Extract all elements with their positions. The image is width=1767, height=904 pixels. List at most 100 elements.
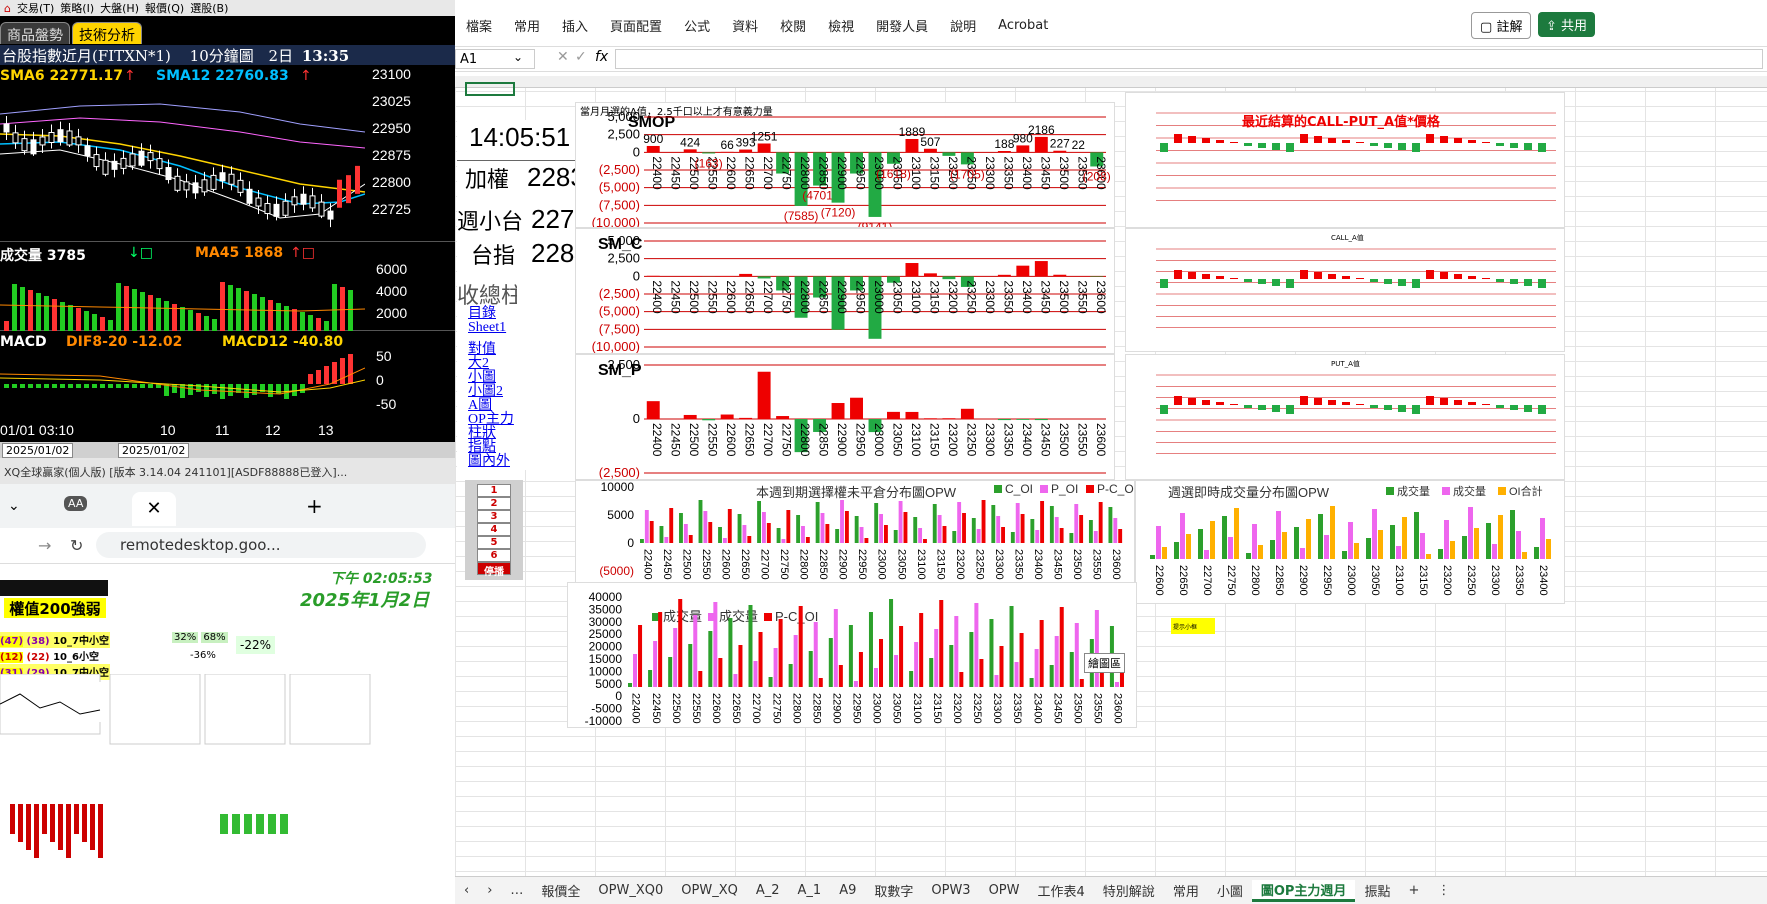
- share-button[interactable]: ⇪ 共用: [1538, 12, 1596, 37]
- sheet-tab[interactable]: OPW_XQ: [672, 883, 747, 898]
- link[interactable]: 對值: [468, 343, 528, 357]
- num-button[interactable]: 3: [477, 510, 511, 523]
- check-icon[interactable]: ✓: [575, 49, 587, 65]
- tab-technical[interactable]: 技術分析: [72, 22, 142, 44]
- bar: [994, 675, 999, 687]
- macd-bar: [268, 384, 273, 397]
- volume-bar: [84, 311, 89, 331]
- sheet-tab[interactable]: A_1: [789, 883, 831, 898]
- chart-smp[interactable]: SM_P 2,500 0 (2,500) 22400 22450 22500 22550 226…: [575, 354, 1115, 480]
- menu-home[interactable]: 常用: [503, 16, 551, 35]
- link[interactable]: 大2: [468, 357, 528, 371]
- tab-market[interactable]: 商品盤勢: [0, 22, 70, 44]
- sheet-tab[interactable]: OPW3: [922, 883, 979, 898]
- browser-tab-aa[interactable]: AA: [64, 496, 88, 511]
- sheet-tab[interactable]: 報價全: [532, 881, 589, 900]
- menu-layout[interactable]: 頁面配置: [599, 16, 673, 35]
- sheet-tab[interactable]: 工作表4: [1029, 881, 1094, 900]
- sheet-tab[interactable]: A_2: [747, 883, 789, 898]
- num-button[interactable]: 1: [477, 484, 511, 497]
- chart-volume[interactable]: 成交量 成交量 P-C_OI 40000 35000 30000 25000 20000 150…: [567, 582, 1137, 728]
- date-input[interactable]: 2025/01/02: [2, 443, 74, 458]
- sheet-tab-active[interactable]: 圖OP主力週月: [1251, 879, 1356, 902]
- link[interactable]: 柱狀: [468, 427, 528, 441]
- chevron-down-icon[interactable]: ⌄: [513, 50, 523, 64]
- bar: [937, 515, 942, 543]
- bar: [1244, 143, 1252, 146]
- sheet-tab[interactable]: 振點: [1355, 881, 1399, 900]
- bar: [646, 401, 660, 419]
- menu-view[interactable]: 檢視: [817, 16, 865, 35]
- fx-icon[interactable]: fx: [595, 49, 608, 65]
- sheet-tab[interactable]: 取數字: [865, 881, 922, 900]
- chart-opw-vol[interactable]: 週選即時成交量分布圖OPW 成交量 成交量 OI合計 22600 22650 22700 22…: [1135, 480, 1565, 604]
- selected-cell[interactable]: [465, 82, 515, 96]
- close-icon[interactable]: ✕: [132, 492, 176, 526]
- x-tick-label: 23100: [909, 156, 923, 190]
- chart-callput[interactable]: 最近結算的CALL-PUT_A值*價格: [1125, 92, 1565, 228]
- sheet-tab[interactable]: A9: [830, 883, 865, 898]
- menu-developer[interactable]: 開發人員: [865, 16, 939, 35]
- prev-sheet-icon[interactable]: ‹: [455, 883, 478, 898]
- chevron-down-icon[interactable]: ⌄: [8, 498, 20, 514]
- menu-help[interactable]: 說明: [939, 16, 987, 35]
- menu-file[interactable]: 檔案: [455, 16, 503, 35]
- menu-review[interactable]: 校閱: [769, 16, 817, 35]
- x-tick-label: 22700: [761, 280, 775, 314]
- date-input[interactable]: 2025/01/02: [118, 443, 190, 458]
- dif-label: DIF8-20 -12.02: [66, 334, 183, 350]
- link[interactable]: A圖: [468, 399, 528, 413]
- num-button[interactable]: 2: [477, 497, 511, 510]
- chart-call-a[interactable]: CALL_A值: [1125, 228, 1565, 352]
- menu-item[interactable]: 選股(B): [190, 0, 228, 16]
- cancel-icon[interactable]: ✕: [557, 49, 569, 65]
- link[interactable]: 圖內外: [468, 455, 528, 469]
- x-tick-label: 23450: [1051, 549, 1063, 580]
- menu-formula[interactable]: 公式: [673, 16, 721, 35]
- link[interactable]: 小圖2: [468, 385, 528, 399]
- menu-data[interactable]: 資料: [721, 16, 769, 35]
- bar: [1342, 551, 1347, 559]
- menu-item[interactable]: 報價(Q): [145, 0, 184, 16]
- sheet-tab[interactable]: OPW: [980, 883, 1029, 898]
- sheet-tab[interactable]: 小圖: [1208, 881, 1252, 900]
- reload-icon[interactable]: ↻: [70, 536, 83, 555]
- menu-insert[interactable]: 插入: [551, 16, 599, 35]
- link-index[interactable]: 目錄: [468, 307, 528, 321]
- new-tab-icon[interactable]: +: [306, 494, 323, 518]
- more-sheets-icon[interactable]: …: [501, 883, 532, 898]
- sheet-tab[interactable]: 特別解說: [1094, 881, 1164, 900]
- bar: [976, 529, 981, 543]
- link-sheet1[interactable]: Sheet1: [468, 321, 528, 335]
- menu-item[interactable]: 策略(I): [60, 0, 94, 16]
- menu-acrobat[interactable]: Acrobat: [987, 18, 1059, 33]
- chart-smop[interactable]: 當月月選的A值，2.5千口以上才有意義力量 SMOP 5,000 2,500 0 (2,…: [575, 102, 1115, 228]
- link[interactable]: 指點: [468, 441, 528, 455]
- forward-icon[interactable]: →: [38, 536, 51, 555]
- add-sheet-icon[interactable]: +: [1399, 883, 1428, 898]
- chart-put-a[interactable]: PUT_A值: [1125, 354, 1565, 480]
- stop-button[interactable]: 停播: [477, 562, 511, 578]
- menu-item[interactable]: 交易(T): [17, 0, 54, 16]
- options-icon[interactable]: ⋮: [1428, 883, 1459, 898]
- num-button[interactable]: 4: [477, 523, 511, 536]
- x-tick-label: 22900: [830, 693, 842, 724]
- link[interactable]: 小圖: [468, 371, 528, 385]
- legend-label: C_OI: [1005, 482, 1033, 496]
- sheet-tab[interactable]: OPW_XQ0: [589, 883, 672, 898]
- menu-item[interactable]: 大盤(H): [100, 0, 139, 16]
- bar: [1482, 278, 1490, 279]
- num-button[interactable]: 6: [477, 549, 511, 562]
- link[interactable]: OP主力: [468, 413, 528, 427]
- chart-smc[interactable]: SM_C 5,000 2,500 0 (2,500) (5,000) (7,500) (10,…: [575, 228, 1115, 354]
- comment-button[interactable]: ▢ 註解: [1471, 12, 1532, 39]
- url-bar[interactable]: remotedesktop.goo...: [96, 532, 426, 558]
- formula-input[interactable]: [615, 49, 1763, 69]
- num-button[interactable]: 5: [477, 536, 511, 549]
- home-icon[interactable]: ⌂: [4, 2, 11, 15]
- macd-bar: [316, 370, 321, 384]
- smop-svg: SMOP5,0002,5000(2,500)(5,000)(7,500)(10,…: [592, 109, 1111, 227]
- bar: [954, 616, 959, 687]
- next-sheet-icon[interactable]: ›: [478, 883, 501, 898]
- sheet-tab[interactable]: 常用: [1164, 881, 1208, 900]
